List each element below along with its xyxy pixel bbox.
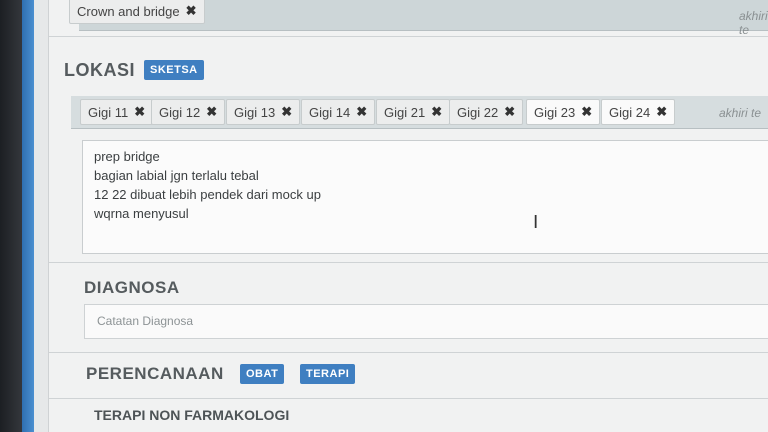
section-title-lokasi: LOKASI [64,60,136,80]
tag-input-hint[interactable]: akhiri te [719,106,761,120]
tag-chip-gigi-12[interactable]: Gigi 12 ✖ [151,99,226,125]
tag-label: Gigi 23 [534,104,576,120]
remove-icon[interactable]: ✖ [206,104,217,120]
diagnosis-placeholder: Catatan Diagnosa [97,314,194,328]
divider [49,262,768,263]
tag-label: Crown and bridge [77,3,180,19]
monitor-bezel [0,0,22,432]
divider [49,352,768,353]
remove-icon[interactable]: ✖ [581,104,592,120]
top-tag-strip: Crown and bridge ✖ akhiri te [69,0,768,37]
tag-chip-gigi-24[interactable]: Gigi 24 ✖ [601,99,676,125]
tag-chip-gigi-14[interactable]: Gigi 14 ✖ [301,99,376,125]
remove-icon[interactable]: ✖ [134,104,145,120]
remove-icon[interactable]: ✖ [656,104,667,120]
sidebar-edge [22,0,34,432]
tag-label: Gigi 11 [88,104,129,120]
terapi-button[interactable]: TERAPI [300,364,356,384]
note-line: wqrna menyusul [94,206,189,221]
tag-label: Gigi 24 [609,104,651,120]
note-line: prep bridge [94,149,160,164]
divider [49,36,768,37]
note-line: 12 22 dibuat lebih pendek dari mock up [94,187,321,202]
obat-button[interactable]: OBAT [240,364,285,384]
tag-label: Gigi 14 [309,104,351,120]
diagnosis-input[interactable]: Catatan Diagnosa [84,304,768,339]
tag-chip[interactable]: Crown and bridge ✖ [69,0,205,24]
notes-textarea[interactable]: prep bridge bagian labial jgn terlalu te… [82,140,768,254]
location-tag-strip: Gigi 11 ✖ Gigi 12 ✖ Gigi 13 ✖ Gigi 14 ✖ … [71,96,768,129]
remove-icon[interactable]: ✖ [186,3,197,19]
text-cursor-icon: I [533,212,539,233]
tag-chip-gigi-13[interactable]: Gigi 13 ✖ [226,99,301,125]
tag-chip-gigi-21[interactable]: Gigi 21 ✖ [376,99,451,125]
sketsa-button[interactable]: SKETSA [144,60,204,80]
tag-chip-gigi-23[interactable]: Gigi 23 ✖ [526,99,601,125]
tag-input-hint[interactable]: akhiri te [739,9,768,37]
subsection-title: TERAPI NON FARMAKOLOGI [94,407,290,423]
tag-chip-gigi-22[interactable]: Gigi 22 ✖ [449,99,524,125]
remove-icon[interactable]: ✖ [281,104,292,120]
screen: Crown and bridge ✖ akhiri te LOKASI SKET… [0,0,768,432]
section-title-perencanaan: PERENCANAAN [86,364,224,383]
remove-icon[interactable]: ✖ [431,104,442,120]
divider [49,398,768,399]
tag-chip-gigi-11[interactable]: Gigi 11 ✖ [80,99,154,125]
remove-icon[interactable]: ✖ [356,104,367,120]
remove-icon[interactable]: ✖ [504,104,515,120]
tag-label: Gigi 21 [384,104,426,120]
note-line: bagian labial jgn terlalu tebal [94,168,259,183]
form-panel: Crown and bridge ✖ akhiri te LOKASI SKET… [48,0,768,432]
tag-label: Gigi 13 [234,104,276,120]
tag-label: Gigi 22 [457,104,499,120]
section-title-diagnosa: DIAGNOSA [84,278,180,297]
tag-label: Gigi 12 [159,104,201,120]
page: Crown and bridge ✖ akhiri te LOKASI SKET… [34,0,768,432]
